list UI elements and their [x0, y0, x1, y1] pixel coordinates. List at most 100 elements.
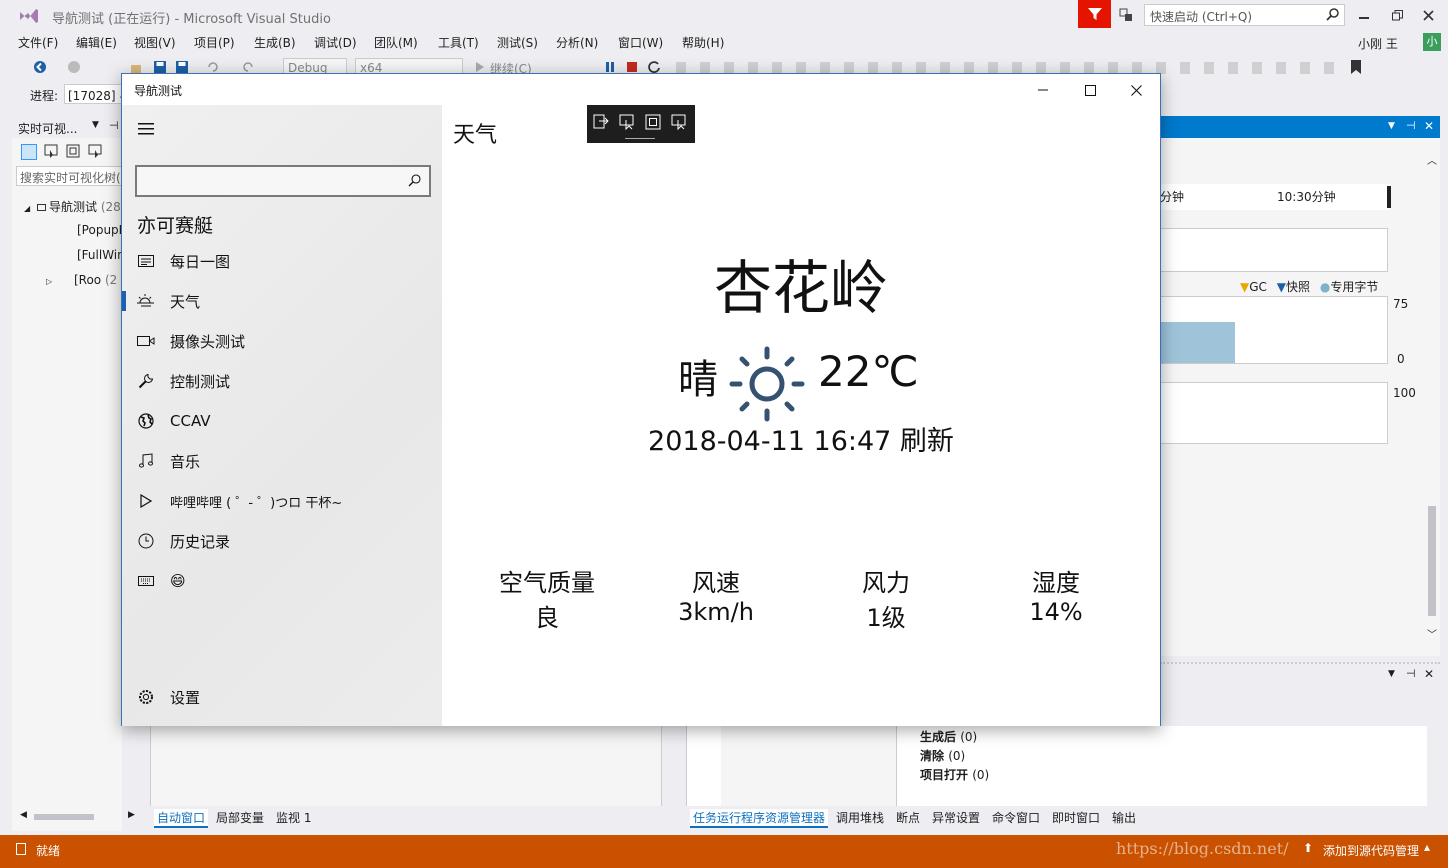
nav-search-box[interactable]	[135, 165, 431, 197]
select-element-icon[interactable]	[44, 144, 58, 161]
close-icon[interactable]: ✕	[1424, 119, 1434, 133]
tree-node[interactable]: ◢ 导航测试 (28	[24, 198, 122, 216]
menu-edit[interactable]: 编辑(E)	[76, 34, 117, 51]
filter-icon[interactable]	[1078, 0, 1111, 28]
last-updated[interactable]: 2018-04-11 16:47 刷新	[442, 419, 1160, 458]
menu-team[interactable]: 团队(M)	[374, 34, 418, 51]
menu-analyze[interactable]: 分析(N)	[556, 34, 598, 51]
nav-item-settings[interactable]: 设置	[122, 677, 442, 717]
tab-output[interactable]: 输出	[1112, 809, 1136, 826]
diagnostics-vertical-scrollbar[interactable]: ︿ ﹀	[1424, 146, 1440, 656]
nav-item-bilibili[interactable]: 哔哩哔哩 ( ゜- ゜)つロ 干杯~	[122, 481, 442, 521]
tab-breakpoints[interactable]: 断点	[896, 809, 920, 826]
nav-item-daily-image[interactable]: 每日一图	[122, 241, 442, 281]
scroll-thumb[interactable]	[34, 814, 94, 820]
vs-user-avatar[interactable]: 小	[1423, 33, 1441, 51]
app-maximize-button[interactable]	[1067, 76, 1113, 104]
tree-expand-icon[interactable]: ▷	[46, 277, 52, 286]
bottom-tabs-right: 任务运行程序资源管理器 调用堆栈 断点 异常设置 命令窗口 即时窗口 输出	[686, 809, 1446, 831]
hamburger-menu-button[interactable]	[130, 115, 162, 143]
panel-menu-chevron-icon[interactable]: ▼	[1388, 121, 1395, 131]
panel-menu-chevron-icon[interactable]: ▼	[1388, 669, 1395, 679]
task-runner-list: 生成后 (0) 清除 (0) 项目打开 (0)	[897, 726, 1427, 806]
task-count: (0)	[972, 768, 990, 782]
add-to-source-control[interactable]: 添加到源代码管理	[1323, 842, 1419, 859]
menu-build[interactable]: 生成(B)	[254, 34, 296, 51]
nav-item-control-test[interactable]: 控制测试	[122, 361, 442, 401]
menu-test[interactable]: 测试(S)	[497, 34, 538, 51]
vs-restore-button[interactable]	[1385, 4, 1409, 26]
forward-icon[interactable]	[66, 59, 82, 75]
tab-immediate-window[interactable]: 即时窗口	[1052, 809, 1100, 826]
nav-item-ccav[interactable]: CCAV	[122, 401, 442, 441]
pause-icon[interactable]	[603, 60, 617, 74]
cpu-axis-max: 100	[1393, 386, 1416, 400]
chevron-up-icon[interactable]: ▴	[1424, 840, 1430, 854]
toolbar-drag-handle[interactable]	[625, 138, 655, 139]
layout-adorner-icon[interactable]	[66, 144, 80, 161]
tree-node[interactable]: [FullWin	[77, 248, 122, 266]
app-minimize-button[interactable]	[1020, 76, 1066, 104]
vs-close-button[interactable]	[1416, 4, 1440, 26]
scroll-thumb[interactable]	[1428, 506, 1436, 616]
tree-horizontal-scrollbar[interactable]: ◀ ▶	[20, 810, 140, 824]
scroll-down-icon[interactable]: ﹀	[1427, 626, 1437, 641]
back-icon[interactable]	[32, 59, 48, 75]
panel-menu-chevron-icon[interactable]: ▼	[92, 120, 99, 130]
tab-call-stack[interactable]: 调用堆栈	[836, 809, 884, 826]
pin-icon[interactable]: ⊣	[109, 119, 119, 132]
tree-node[interactable]: ▷ [Roo (2	[46, 273, 122, 291]
quick-launch-box[interactable]: 快速启动 (Ctrl+Q)	[1144, 4, 1345, 26]
cpu-chart	[1160, 382, 1388, 444]
tab-locals[interactable]: 局部变量	[216, 809, 264, 826]
nav-item-weather[interactable]: 天气	[122, 281, 442, 321]
nav-item-camera-test[interactable]: 摄像头测试	[122, 321, 442, 361]
nav-item-history[interactable]: 历史记录	[122, 521, 442, 561]
task-row[interactable]: 清除 (0)	[920, 747, 965, 764]
task-row[interactable]: 生成后 (0)	[920, 728, 977, 745]
scroll-left-icon[interactable]: ◀	[20, 810, 27, 820]
tab-command-window[interactable]: 命令窗口	[992, 809, 1040, 826]
menu-debug[interactable]: 调试(D)	[314, 34, 357, 51]
show-adorner-icon[interactable]	[21, 144, 37, 160]
menu-window[interactable]: 窗口(W)	[618, 34, 663, 51]
search-icon[interactable]	[408, 174, 421, 190]
select-element-icon[interactable]	[619, 114, 635, 133]
vs-minimize-button[interactable]	[1352, 4, 1376, 26]
tree-node[interactable]: [PopupR	[77, 223, 122, 241]
task-row[interactable]: 项目打开 (0)	[920, 766, 989, 783]
track-focus-icon[interactable]	[671, 114, 687, 133]
bookmark-icon[interactable]	[1349, 59, 1363, 75]
scroll-right-icon[interactable]: ▶	[128, 810, 135, 820]
pin-icon[interactable]: ⊣	[1406, 119, 1416, 132]
nav-item-music[interactable]: 音乐	[122, 441, 442, 481]
pin-icon[interactable]: ⊣	[1406, 667, 1416, 680]
go-to-live-tree-icon[interactable]	[593, 114, 609, 133]
tab-autos[interactable]: 自动窗口	[154, 809, 209, 828]
layout-adorner-icon[interactable]	[645, 114, 661, 133]
app-close-button[interactable]	[1113, 76, 1159, 104]
tab-task-runner[interactable]: 任务运行程序资源管理器	[690, 809, 829, 828]
tree-collapse-icon[interactable]: ◢	[24, 204, 30, 213]
bottom-tabs-left: 自动窗口 局部变量 监视 1	[150, 809, 670, 831]
stat-value: 1级	[866, 604, 906, 632]
tree-search-input[interactable]: 搜索实时可视化树(	[16, 166, 122, 186]
diagnostics-header: ▼ ⊣ ✕	[1160, 116, 1440, 138]
tab-watch[interactable]: 监视 1	[276, 809, 311, 826]
menu-help[interactable]: 帮助(H)	[682, 34, 724, 51]
menu-file[interactable]: 文件(F)	[18, 34, 58, 51]
close-icon[interactable]: ✕	[1424, 667, 1434, 681]
menu-view[interactable]: 视图(V)	[134, 34, 176, 51]
tab-exception-settings[interactable]: 异常设置	[932, 809, 980, 826]
feedback-icon[interactable]	[1116, 5, 1136, 25]
menu-tools[interactable]: 工具(T)	[438, 34, 479, 51]
track-focus-icon[interactable]	[88, 144, 102, 161]
stat-wind-speed: 风速 3km/h	[631, 563, 801, 626]
snapshot-marker-icon: ▼	[1276, 280, 1286, 294]
menu-project[interactable]: 项目(P)	[194, 34, 235, 51]
stop-icon[interactable]	[625, 60, 639, 74]
nav-item-emoji[interactable]: 😄	[122, 561, 442, 601]
scroll-up-icon[interactable]: ︿	[1427, 152, 1437, 167]
vs-user-name[interactable]: 小刚 王	[1358, 35, 1398, 52]
vs-title-app: - Microsoft Visual Studio	[174, 12, 331, 27]
